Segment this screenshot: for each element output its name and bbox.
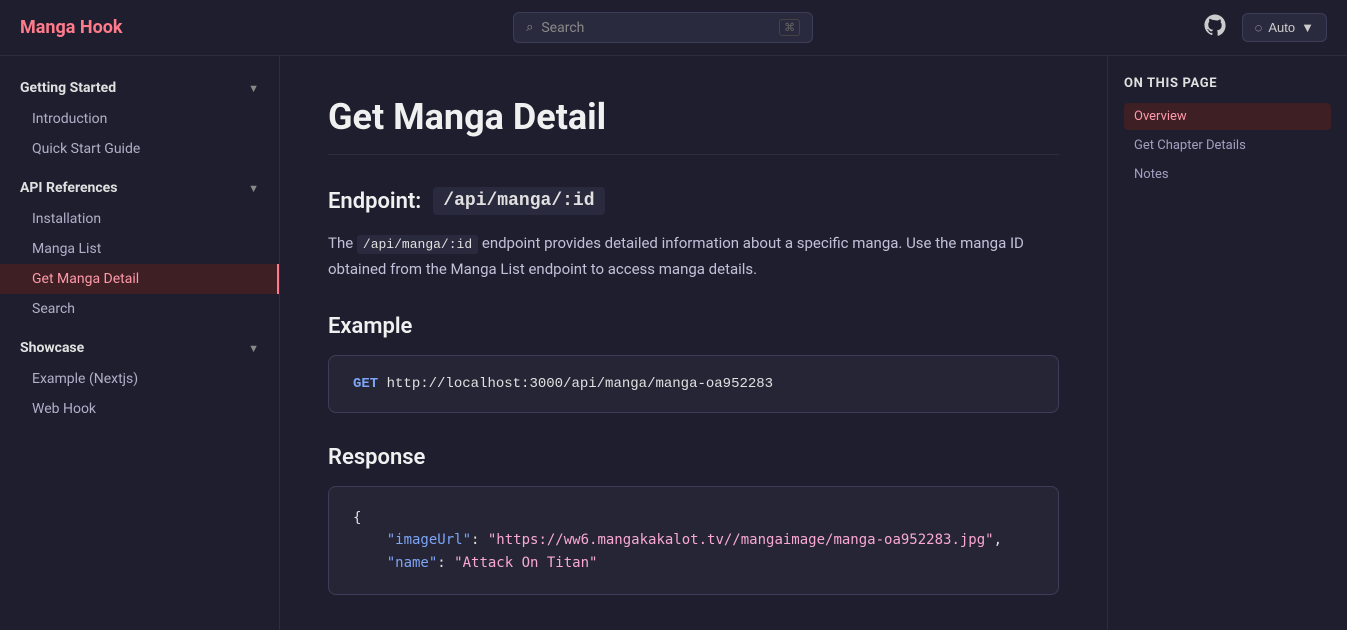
http-url: http://localhost:3000/api/manga/manga-oa… bbox=[387, 376, 773, 392]
toc-item[interactable]: Notes bbox=[1124, 161, 1331, 188]
topbar: Manga Hook ⌕ Search ⌘ ◌ Auto ▼ bbox=[0, 0, 1347, 56]
response-title: Response bbox=[328, 445, 1059, 470]
chevron-down-icon: ▼ bbox=[248, 82, 259, 95]
sidebar: Getting Started ▼ IntroductionQuick Start … bbox=[0, 56, 280, 630]
example-title: Example bbox=[328, 314, 1059, 339]
right-panel: On this page OverviewGet Chapter Details… bbox=[1107, 56, 1347, 630]
sidebar-section-header[interactable]: API References ▼ bbox=[0, 172, 279, 204]
sidebar-item[interactable]: Search bbox=[0, 294, 279, 324]
sidebar-section: Getting Started ▼ IntroductionQuick Start … bbox=[0, 72, 279, 164]
theme-icon: ◌ bbox=[1255, 20, 1263, 35]
page-title: Get Manga Detail bbox=[328, 96, 1059, 155]
sidebar-item[interactable]: Quick Start Guide bbox=[0, 134, 279, 164]
content: Get Manga Detail Endpoint: /api/manga/:i… bbox=[280, 56, 1107, 630]
sidebar-item[interactable]: Web Hook bbox=[0, 394, 279, 424]
sidebar-section-label: API References bbox=[20, 180, 117, 196]
description-paragraph: The /api/manga/:id endpoint provides det… bbox=[328, 231, 1059, 282]
response-code-block: { "imageUrl": "https://ww6.mangakakalot.… bbox=[328, 486, 1059, 595]
github-icon[interactable] bbox=[1204, 14, 1226, 41]
sidebar-item[interactable]: Get Manga Detail bbox=[0, 264, 279, 294]
sidebar-section-header[interactable]: Getting Started ▼ bbox=[0, 72, 279, 104]
desc-inline-code: /api/manga/:id bbox=[357, 235, 478, 254]
sidebar-item[interactable]: Example (Nextjs) bbox=[0, 364, 279, 394]
sidebar-item[interactable]: Installation bbox=[0, 204, 279, 234]
endpoint-label: Endpoint: bbox=[328, 189, 421, 214]
sidebar-section-label: Showcase bbox=[20, 340, 84, 356]
search-input-label: Search bbox=[541, 20, 771, 36]
logo[interactable]: Manga Hook bbox=[20, 17, 123, 38]
sidebar-section-label: Getting Started bbox=[20, 80, 116, 96]
search-kbd: ⌘ bbox=[779, 19, 800, 36]
http-method: GET bbox=[353, 376, 378, 392]
toc-item[interactable]: Get Chapter Details bbox=[1124, 132, 1331, 159]
theme-chevron-icon: ▼ bbox=[1301, 20, 1314, 35]
search-bar[interactable]: ⌕ Search ⌘ bbox=[513, 12, 813, 43]
example-code-block: GET http://localhost:3000/api/manga/mang… bbox=[328, 355, 1059, 413]
endpoint-code: /api/manga/:id bbox=[433, 187, 604, 215]
sidebar-item[interactable]: Introduction bbox=[0, 104, 279, 134]
theme-label: Auto bbox=[1268, 20, 1295, 35]
topbar-right: ◌ Auto ▼ bbox=[1204, 13, 1327, 42]
sidebar-section-header[interactable]: Showcase ▼ bbox=[0, 332, 279, 364]
search-icon: ⌕ bbox=[526, 20, 533, 35]
chevron-down-icon: ▼ bbox=[248, 342, 259, 355]
theme-toggle-button[interactable]: ◌ Auto ▼ bbox=[1242, 13, 1327, 42]
main-layout: Getting Started ▼ IntroductionQuick Start … bbox=[0, 56, 1347, 630]
toc-title: On this page bbox=[1124, 76, 1331, 91]
response-pre: { "imageUrl": "https://ww6.mangakakalot.… bbox=[353, 507, 1034, 574]
sidebar-section: Showcase ▼ Example (Nextjs)Web Hook bbox=[0, 332, 279, 424]
sidebar-section: API References ▼ InstallationManga ListGet… bbox=[0, 172, 279, 324]
desc-text-1: The bbox=[328, 234, 353, 252]
sidebar-item[interactable]: Manga List bbox=[0, 234, 279, 264]
chevron-down-icon: ▼ bbox=[248, 182, 259, 195]
toc-item[interactable]: Overview bbox=[1124, 103, 1331, 130]
endpoint-line: Endpoint: /api/manga/:id bbox=[328, 187, 1059, 215]
topbar-center: ⌕ Search ⌘ bbox=[513, 12, 813, 43]
